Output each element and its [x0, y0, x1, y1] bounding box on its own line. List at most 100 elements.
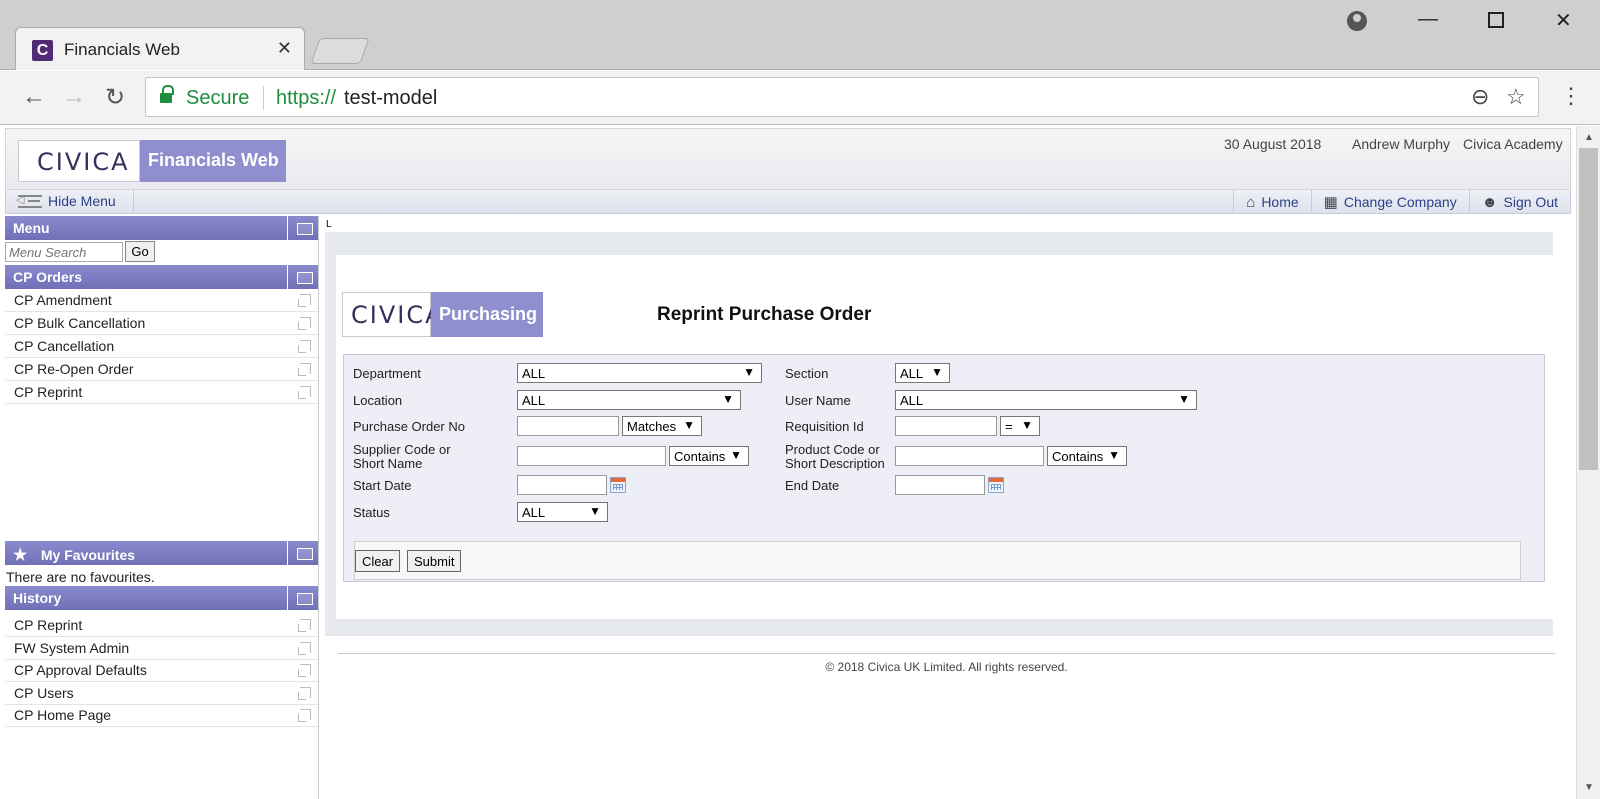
sidebar-item-label: CP Re-Open Order: [14, 361, 134, 377]
sign-out-label: Sign Out: [1503, 194, 1558, 210]
supplier-input[interactable]: [517, 446, 666, 466]
app-toolbar: Hide Menu ⌂ Home ▦ Change Company ☻ Sign…: [5, 190, 1571, 214]
menu-panel-header: Menu: [5, 216, 319, 240]
vertical-scrollbar[interactable]: ▲ ▼: [1576, 126, 1600, 799]
back-icon[interactable]: ←: [22, 83, 46, 111]
browser-menu-icon[interactable]: ⋮: [1560, 83, 1582, 109]
chevron-down-icon: ▼: [1108, 448, 1120, 462]
sidebar-item-label: CP Cancellation: [14, 338, 115, 354]
menu-search-input[interactable]: [5, 242, 123, 262]
history-item-fw-system-admin[interactable]: FW System Admin: [5, 637, 319, 660]
clear-button[interactable]: Clear: [355, 550, 401, 572]
supplier-label: Supplier Code or Short Name: [353, 443, 451, 471]
chevron-down-icon: ▼: [683, 418, 695, 432]
username-select[interactable]: ALL ▼: [895, 390, 1197, 410]
requisition-id-label: Requisition Id: [785, 419, 864, 434]
menu-search-go-button[interactable]: Go: [125, 241, 155, 262]
page-title: Reprint Purchase Order: [657, 304, 872, 325]
open-window-icon: [298, 709, 311, 722]
orders-panel-header: CP Orders: [5, 265, 319, 289]
product-match-select[interactable]: Contains ▼: [1047, 446, 1127, 466]
browser-tabstrip: C Financials Web ✕ — ✕: [0, 0, 1600, 70]
app-header: CIVICA Financials Web 30 August 2018 And…: [5, 128, 1571, 190]
omnibox-divider: [263, 86, 264, 110]
history-item-label: CP Approval Defaults: [14, 662, 147, 678]
hide-menu-button[interactable]: Hide Menu: [16, 193, 116, 210]
po-number-input[interactable]: [517, 416, 619, 436]
product-name: Financials Web: [140, 140, 286, 182]
sidebar-item-cp-cancellation[interactable]: CP Cancellation: [5, 335, 319, 358]
home-link[interactable]: ⌂ Home: [1233, 190, 1310, 214]
history-panel-title: History: [13, 590, 62, 606]
sidebar-item-cp-bulk-cancellation[interactable]: CP Bulk Cancellation: [5, 312, 319, 335]
tab-close-icon[interactable]: ✕: [277, 38, 292, 59]
department-select[interactable]: ALL ▼: [517, 363, 762, 383]
scroll-up-icon[interactable]: ▲: [1584, 132, 1594, 143]
change-company-link[interactable]: ▦ Change Company: [1310, 190, 1469, 214]
po-number-label: Purchase Order No: [353, 419, 465, 434]
calendar-icon[interactable]: [610, 477, 626, 493]
zoom-icon[interactable]: ⊖: [1471, 84, 1489, 110]
supplier-match-select[interactable]: Contains ▼: [669, 446, 749, 466]
header-user: Andrew Murphy: [1352, 136, 1451, 152]
username-value: ALL: [900, 393, 924, 408]
sidebar-item-cp-amendment[interactable]: CP Amendment: [5, 289, 319, 312]
requisition-id-input[interactable]: [895, 416, 997, 436]
building-icon: ▦: [1323, 194, 1338, 211]
open-window-icon: [298, 664, 311, 677]
requisition-match-select[interactable]: = ▼: [1000, 416, 1040, 436]
username-label: User Name: [785, 393, 851, 408]
open-window-icon: [298, 642, 311, 655]
history-item-cp-reprint[interactable]: CP Reprint: [5, 614, 319, 637]
product-label-line-2: Short Description: [785, 456, 885, 471]
history-item-cp-home-page[interactable]: CP Home Page: [5, 704, 319, 727]
chevron-down-icon: ▼: [1021, 418, 1033, 432]
url-host: test-model: [344, 87, 438, 109]
no-favourites-text: There are no favourites.: [6, 569, 155, 585]
reload-icon[interactable]: ↻: [105, 83, 125, 112]
browser-tab-active[interactable]: C Financials Web ✕: [15, 27, 305, 70]
maximize-icon[interactable]: [1488, 12, 1504, 28]
requisition-match-value: =: [1005, 419, 1013, 434]
section-select[interactable]: ALL ▼: [895, 363, 950, 383]
window-close-icon[interactable]: ✕: [1555, 8, 1572, 33]
calendar-icon[interactable]: [988, 477, 1004, 493]
civica-favicon-icon: C: [32, 40, 53, 61]
location-select[interactable]: ALL ▼: [517, 390, 741, 410]
submit-button[interactable]: Submit: [407, 550, 462, 572]
orders-panel-toggle-icon[interactable]: [287, 265, 319, 289]
browser-toolbar: ← → ↻ Secure https:// test-model ⊖ ☆ ⋮: [0, 71, 1600, 125]
main-content: CIVICA Purchasing Reprint Purchase Order…: [336, 255, 1554, 619]
po-match-select[interactable]: Matches ▼: [622, 416, 702, 436]
open-window-icon: [298, 363, 311, 376]
favourites-panel-toggle-icon[interactable]: [287, 541, 319, 565]
history-item-cp-users[interactable]: CP Users: [5, 682, 319, 705]
scroll-thumb[interactable]: [1579, 148, 1598, 470]
supplier-label-line-1: Supplier Code or: [353, 442, 451, 457]
minimize-icon[interactable]: —: [1418, 8, 1438, 31]
history-item-cp-approval-defaults[interactable]: CP Approval Defaults: [5, 659, 319, 682]
sidebar-item-cp-reprint[interactable]: CP Reprint: [5, 381, 319, 404]
home-icon: ⌂: [1246, 193, 1256, 211]
start-date-input[interactable]: [517, 475, 607, 495]
chevron-down-icon: ▼: [1178, 392, 1190, 406]
chevron-down-icon: ▼: [589, 504, 601, 518]
purchasing-logo-word: CIVICA: [351, 301, 444, 329]
new-tab-button[interactable]: [310, 38, 370, 64]
end-date-input[interactable]: [895, 475, 985, 495]
history-item-label: CP Home Page: [14, 707, 112, 723]
history-panel-toggle-icon[interactable]: [287, 586, 319, 610]
sign-out-link[interactable]: ☻ Sign Out: [1468, 190, 1570, 214]
status-select[interactable]: ALL ▼: [517, 502, 608, 522]
status-label: Status: [353, 505, 390, 520]
home-label: Home: [1261, 194, 1299, 210]
address-bar[interactable]: Secure https:// test-model ⊖ ☆: [145, 77, 1539, 117]
sidebar-item-cp-re-open-order[interactable]: CP Re-Open Order: [5, 358, 319, 381]
forward-icon[interactable]: →: [62, 83, 86, 111]
scroll-down-icon[interactable]: ▼: [1584, 782, 1594, 793]
menu-panel-toggle-icon[interactable]: [287, 216, 319, 240]
bookmark-star-icon[interactable]: ☆: [1506, 84, 1526, 110]
profile-icon[interactable]: [1347, 11, 1367, 31]
product-input[interactable]: [895, 446, 1044, 466]
orders-panel-title: CP Orders: [13, 269, 82, 285]
